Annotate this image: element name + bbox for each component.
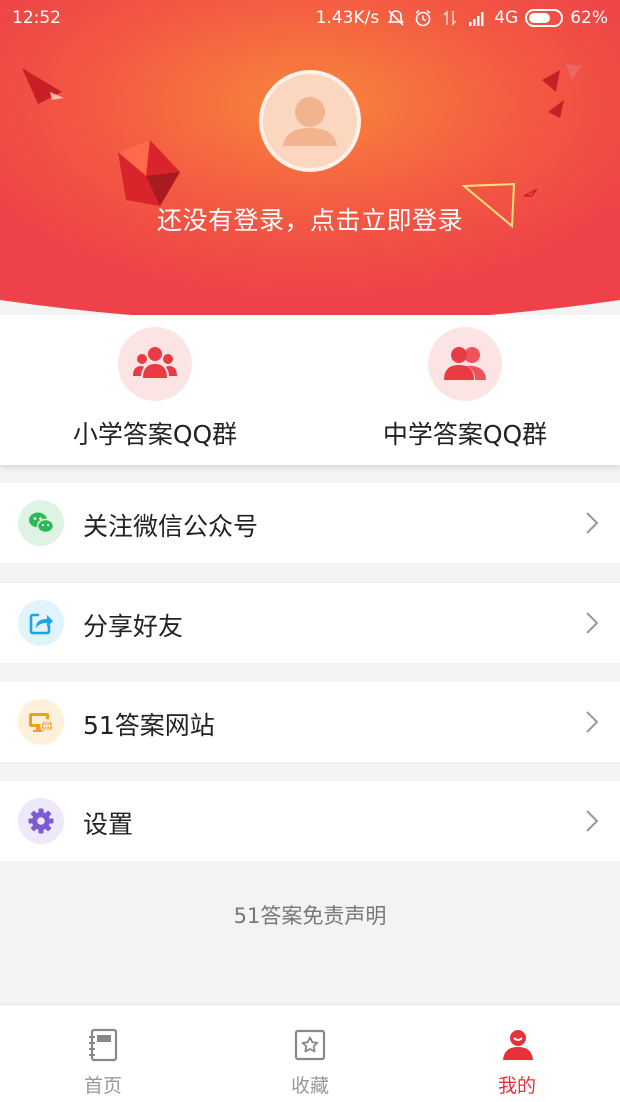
group-label: 小学答案QQ群 bbox=[72, 420, 238, 449]
tab-home[interactable]: 首页 bbox=[0, 1005, 206, 1102]
tab-label: 收藏 bbox=[290, 1075, 329, 1097]
status-time: 12:52 bbox=[12, 8, 61, 28]
default-user-icon bbox=[283, 97, 337, 146]
tab-label: 首页 bbox=[83, 1075, 122, 1097]
chevron-right-icon bbox=[586, 612, 599, 634]
signal-icon bbox=[469, 12, 484, 26]
notebook-icon bbox=[89, 1028, 118, 1062]
menu-item-settings[interactable]: 设置 bbox=[0, 781, 620, 861]
group-icon bbox=[133, 347, 177, 378]
qq-group-panel: 小学答案QQ群 中学答案QQ群 bbox=[0, 315, 620, 465]
menu-item-51-answer-website[interactable]: 51答案网站 bbox=[0, 682, 620, 762]
group-label: 中学答案QQ群 bbox=[382, 420, 548, 449]
alarm-icon bbox=[415, 9, 431, 27]
primary-school-qq-group-button[interactable]: 小学答案QQ群 bbox=[35, 327, 275, 457]
data-transfer-icon bbox=[443, 10, 457, 26]
website-icon bbox=[29, 713, 54, 733]
tab-label: 我的 bbox=[497, 1075, 536, 1097]
tab-favorites[interactable]: 收藏 bbox=[207, 1005, 413, 1102]
menu-label: 分享好友 bbox=[83, 612, 184, 641]
menu-item-wechat-official-account[interactable]: 关注微信公众号 bbox=[0, 483, 620, 563]
share-icon bbox=[29, 613, 53, 635]
chevron-right-icon bbox=[586, 512, 599, 534]
menu-label: 51答案网站 bbox=[83, 711, 215, 740]
network-type: 4G bbox=[494, 8, 519, 28]
mute-bell-icon bbox=[388, 10, 405, 26]
wechat-icon bbox=[29, 512, 55, 534]
disclaimer-link[interactable]: 51答案免责声明 bbox=[0, 900, 620, 930]
profile-header: 12:52 1.43K/s 4G 62% 还没有登录，点击立即登录 bbox=[0, 0, 620, 330]
tab-mine[interactable]: 我的 bbox=[414, 1005, 620, 1102]
battery-icon bbox=[525, 9, 564, 27]
profile-icon bbox=[503, 1030, 533, 1060]
login-prompt[interactable]: 还没有登录，点击立即登录 bbox=[0, 201, 620, 237]
settings-icon bbox=[28, 808, 54, 834]
network-speed: 1.43K/s bbox=[315, 8, 380, 28]
middle-school-qq-group-button[interactable]: 中学答案QQ群 bbox=[345, 327, 585, 457]
status-bar: 12:52 1.43K/s 4G 62% bbox=[0, 0, 620, 36]
avatar[interactable] bbox=[259, 70, 361, 172]
group-icon bbox=[444, 347, 486, 380]
favorite-star-icon bbox=[294, 1029, 326, 1061]
menu-label: 关注微信公众号 bbox=[83, 512, 259, 541]
bottom-navigation: 首页 收藏 我的 bbox=[0, 1004, 620, 1102]
menu-item-share-friends[interactable]: 分享好友 bbox=[0, 583, 620, 663]
menu-label: 设置 bbox=[83, 810, 134, 839]
battery-level: 62% bbox=[570, 8, 608, 28]
chevron-right-icon bbox=[586, 711, 599, 733]
chevron-right-icon bbox=[586, 810, 599, 832]
